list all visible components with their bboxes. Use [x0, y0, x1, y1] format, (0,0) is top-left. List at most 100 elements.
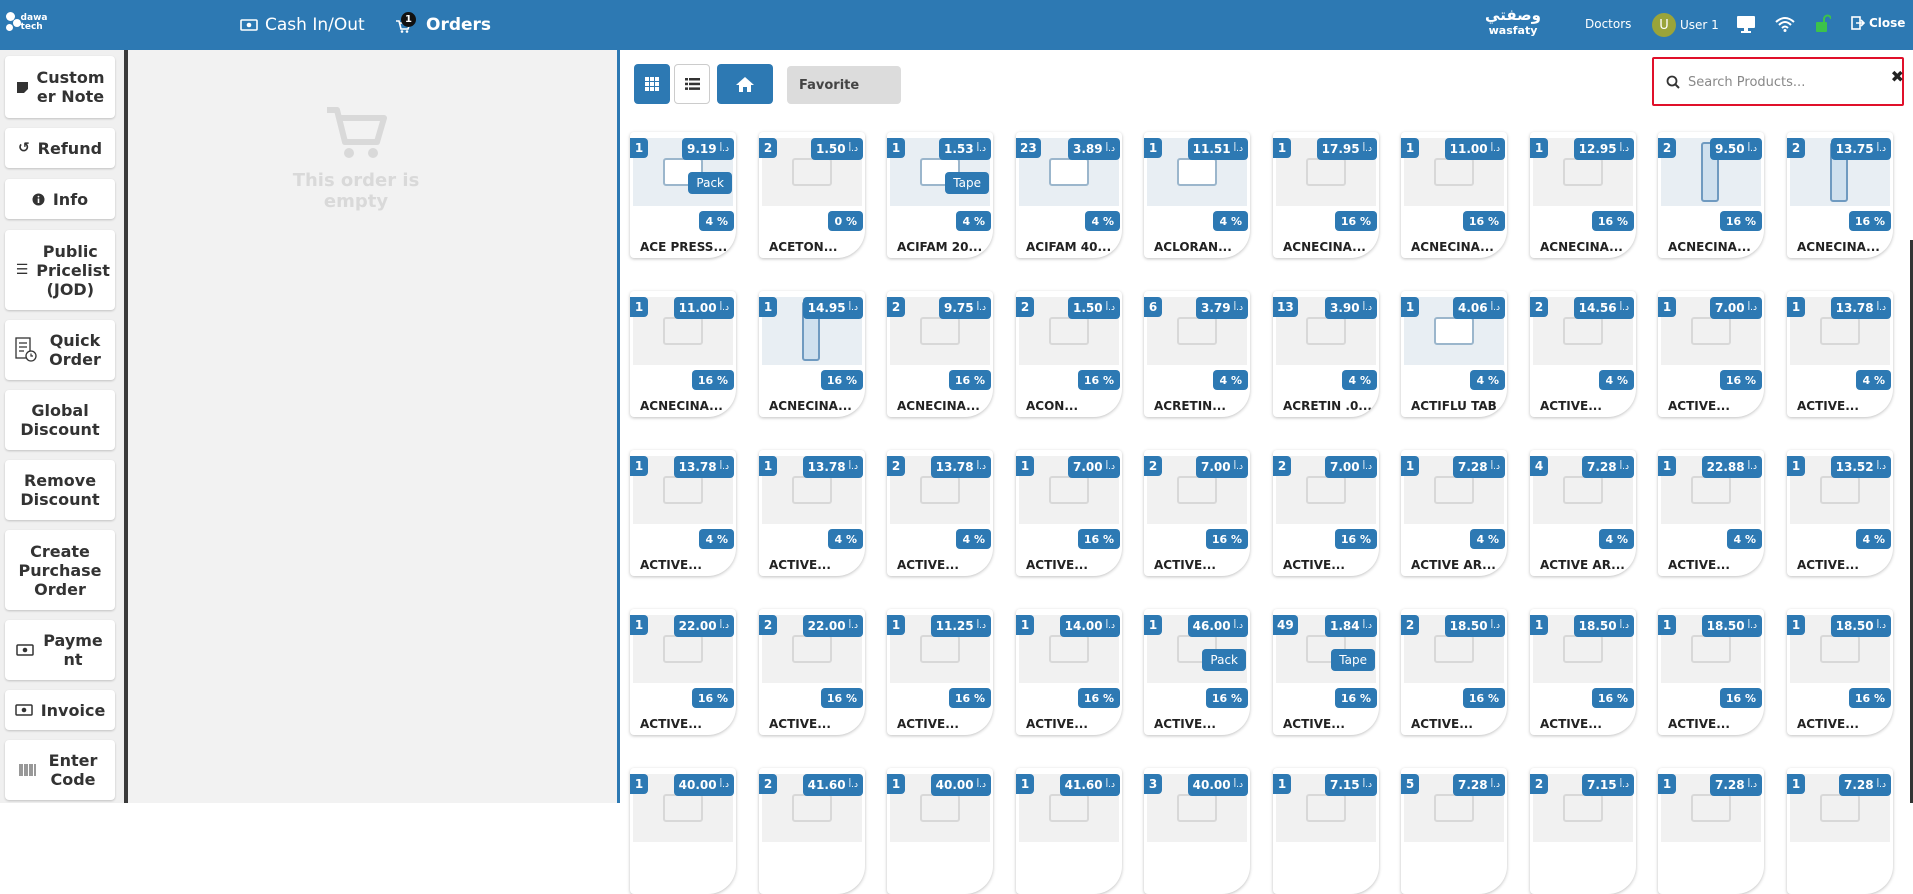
enter-code-button[interactable]: Enter Code [5, 740, 115, 800]
price-value: 7.00 [1073, 460, 1103, 474]
product-card[interactable]: 4 7.28 د.أ 4 % ACTIVE AR... [1530, 450, 1636, 576]
tax-badge: 16 % [1591, 211, 1634, 231]
close-button[interactable]: Close [1851, 16, 1905, 30]
money-icon [16, 644, 34, 656]
product-card[interactable]: 1 11.51 د.أ 4 % ACLORAN... [1144, 132, 1250, 258]
product-name: ACTIVE... [897, 717, 959, 731]
wifi-icon[interactable] [1775, 16, 1795, 32]
product-card[interactable]: 1 7.28 د.أ 4 % ACTIVE AR... [1401, 450, 1507, 576]
product-card[interactable]: 2 22.00 د.أ 16 % ACTIVE... [759, 609, 865, 735]
monitor-icon[interactable] [1736, 15, 1756, 33]
home-button[interactable] [717, 64, 773, 104]
product-card[interactable]: 1 14.95 د.أ 16 % ACNECINA... [759, 291, 865, 417]
price-value: 1.53 [944, 142, 974, 156]
search-input[interactable] [1688, 74, 1878, 90]
product-card[interactable]: 2 14.56 د.أ 4 % ACTIVE... [1530, 291, 1636, 417]
product-card[interactable]: 1 7.00 د.أ 16 % ACTIVE... [1658, 291, 1764, 417]
tax-badge: 4 % [1727, 529, 1762, 549]
product-card[interactable]: 2 9.50 د.أ 16 % ACNECINA... [1658, 132, 1764, 258]
product-card[interactable]: 1 18.50 د.أ 16 % ACTIVE... [1530, 609, 1636, 735]
product-card[interactable]: 2 41.60 د.أ [759, 768, 865, 894]
unlock-icon[interactable] [1815, 14, 1831, 34]
product-card[interactable]: 1 22.00 د.أ 16 % ACTIVE... [630, 609, 736, 735]
product-card[interactable]: 1 11.00 د.أ 16 % ACNECINA... [630, 291, 736, 417]
currency-label: د.أ [1619, 780, 1629, 790]
stock-qty-badge: 2 [1530, 774, 1548, 794]
product-card[interactable]: 5 7.28 د.أ [1401, 768, 1507, 894]
create-purchase-order-button[interactable]: Create Purchase Order [5, 530, 115, 610]
product-name: ACRETIN... [1154, 399, 1226, 413]
product-card[interactable]: 2 13.78 د.أ 4 % ACTIVE... [887, 450, 993, 576]
product-card[interactable]: 1 7.00 د.أ 16 % ACTIVE... [1016, 450, 1122, 576]
dawatech-logo[interactable]: dawa tech [6, 8, 54, 38]
product-card[interactable]: 6 3.79 د.أ 4 % ACRETIN... [1144, 291, 1250, 417]
stock-qty-badge: 4 [1530, 456, 1548, 476]
global-discount-label: Global Discount [20, 401, 100, 439]
product-card[interactable]: 49 1.84 د.أ Tape 16 % ACTIVE... [1273, 609, 1379, 735]
doctors-button[interactable]: Doctors [1585, 17, 1631, 31]
product-card[interactable]: 1 14.00 د.أ 16 % ACTIVE... [1016, 609, 1122, 735]
price-badge: 14.00 د.أ [1059, 615, 1120, 637]
list-view-button[interactable] [674, 64, 710, 104]
clear-search-icon[interactable]: ✖ [1891, 67, 1904, 86]
product-card[interactable]: 1 12.95 د.أ 16 % ACNECINA... [1530, 132, 1636, 258]
product-card[interactable]: 2 13.75 د.أ 16 % ACNECINA... [1787, 132, 1893, 258]
payment-button[interactable]: Payme nt [5, 620, 115, 680]
product-card[interactable]: 1 17.95 د.أ 16 % ACNECINA... [1273, 132, 1379, 258]
product-card[interactable]: 1 4.06 د.أ 4 % ACTIFLU TAB [1401, 291, 1507, 417]
product-card[interactable]: 1 41.60 د.أ [1016, 768, 1122, 894]
remove-discount-button[interactable]: Remove Discount [5, 460, 115, 520]
invoice-label: Invoice [40, 700, 106, 720]
product-card[interactable]: 1 7.28 د.أ [1658, 768, 1764, 894]
product-name: ACNECINA... [1411, 240, 1494, 254]
price-value: 11.00 [1449, 142, 1488, 156]
product-card[interactable]: 1 11.25 د.أ 16 % ACTIVE... [887, 609, 993, 735]
info-button[interactable]: Info [5, 179, 115, 219]
cash-in-out-button[interactable]: Cash In/Out [240, 0, 365, 50]
product-card[interactable]: 1 40.00 د.أ [630, 768, 736, 894]
price-badge: 18.50 د.أ [1701, 615, 1762, 637]
price-value: 1.50 [816, 142, 846, 156]
product-card[interactable]: 1 13.78 د.أ 4 % ACTIVE... [759, 450, 865, 576]
product-card[interactable]: 1 1.53 د.أ Tape 4 % ACIFAM 20... [887, 132, 993, 258]
quick-order-button[interactable]: Quick Order [5, 320, 115, 380]
currency-label: د.أ [1747, 303, 1757, 313]
product-card[interactable]: 1 40.00 د.أ [887, 768, 993, 894]
info-label: Info [52, 189, 89, 209]
product-card[interactable]: 2 7.00 د.أ 16 % ACTIVE... [1144, 450, 1250, 576]
price-value: 22.00 [807, 619, 846, 633]
global-discount-button[interactable]: Global Discount [5, 390, 115, 450]
refund-button[interactable]: ↺ Refund [5, 128, 115, 168]
unit-badge: Pack [688, 172, 732, 194]
product-card[interactable]: 1 13.78 د.أ 4 % ACTIVE... [1787, 291, 1893, 417]
product-card[interactable]: 1 46.00 د.أ Pack 16 % ACTIVE... [1144, 609, 1250, 735]
product-card[interactable]: 1 13.52 د.أ 4 % ACTIVE... [1787, 450, 1893, 576]
wasfaty-logo[interactable]: وصفتي wasfaty [1484, 6, 1542, 44]
user-menu[interactable]: U User 1 [1652, 13, 1719, 37]
public-pricelist-button[interactable]: ☰ Public Pricelist (JOD) [5, 230, 115, 310]
product-card[interactable]: 1 7.28 د.أ [1787, 768, 1893, 894]
product-card[interactable]: 1 13.78 د.أ 4 % ACTIVE... [630, 450, 736, 576]
product-card[interactable]: 1 9.19 د.أ Pack 4 % ACE PRESS... [630, 132, 736, 258]
product-card[interactable]: 2 9.75 د.أ 16 % ACNECINA... [887, 291, 993, 417]
orders-button[interactable]: 1 Orders [393, 0, 491, 50]
product-card[interactable]: 13 3.90 د.أ 4 % ACRETIN .0... [1273, 291, 1379, 417]
product-card[interactable]: 2 7.15 د.أ [1530, 768, 1636, 894]
product-card[interactable]: 1 18.50 د.أ 16 % ACTIVE... [1658, 609, 1764, 735]
product-card[interactable]: 1 18.50 د.أ 16 % ACTIVE... [1787, 609, 1893, 735]
product-name: ACRETIN .0... [1283, 399, 1372, 413]
customer-note-button[interactable]: Custom er Note [5, 56, 115, 118]
product-card[interactable]: 1 22.88 د.أ 4 % ACTIVE... [1658, 450, 1764, 576]
product-card[interactable]: 2 7.00 د.أ 16 % ACTIVE... [1273, 450, 1379, 576]
product-card[interactable]: 1 11.00 د.أ 16 % ACNECINA... [1401, 132, 1507, 258]
product-card[interactable]: 2 18.50 د.أ 16 % ACTIVE... [1401, 609, 1507, 735]
product-card[interactable]: 2 1.50 د.أ 0 % ACETON... [759, 132, 865, 258]
product-card[interactable]: 1 7.15 د.أ [1273, 768, 1379, 894]
invoice-button[interactable]: Invoice [5, 690, 115, 730]
product-card[interactable]: 23 3.89 د.أ 4 % ACIFAM 40... [1016, 132, 1122, 258]
price-badge: 9.19 د.أ [682, 138, 734, 160]
grid-view-button[interactable] [634, 64, 670, 104]
favorite-category-button[interactable]: Favorite [787, 66, 901, 104]
product-card[interactable]: 2 1.50 د.أ 16 % ACON... [1016, 291, 1122, 417]
product-card[interactable]: 3 40.00 د.أ [1144, 768, 1250, 894]
